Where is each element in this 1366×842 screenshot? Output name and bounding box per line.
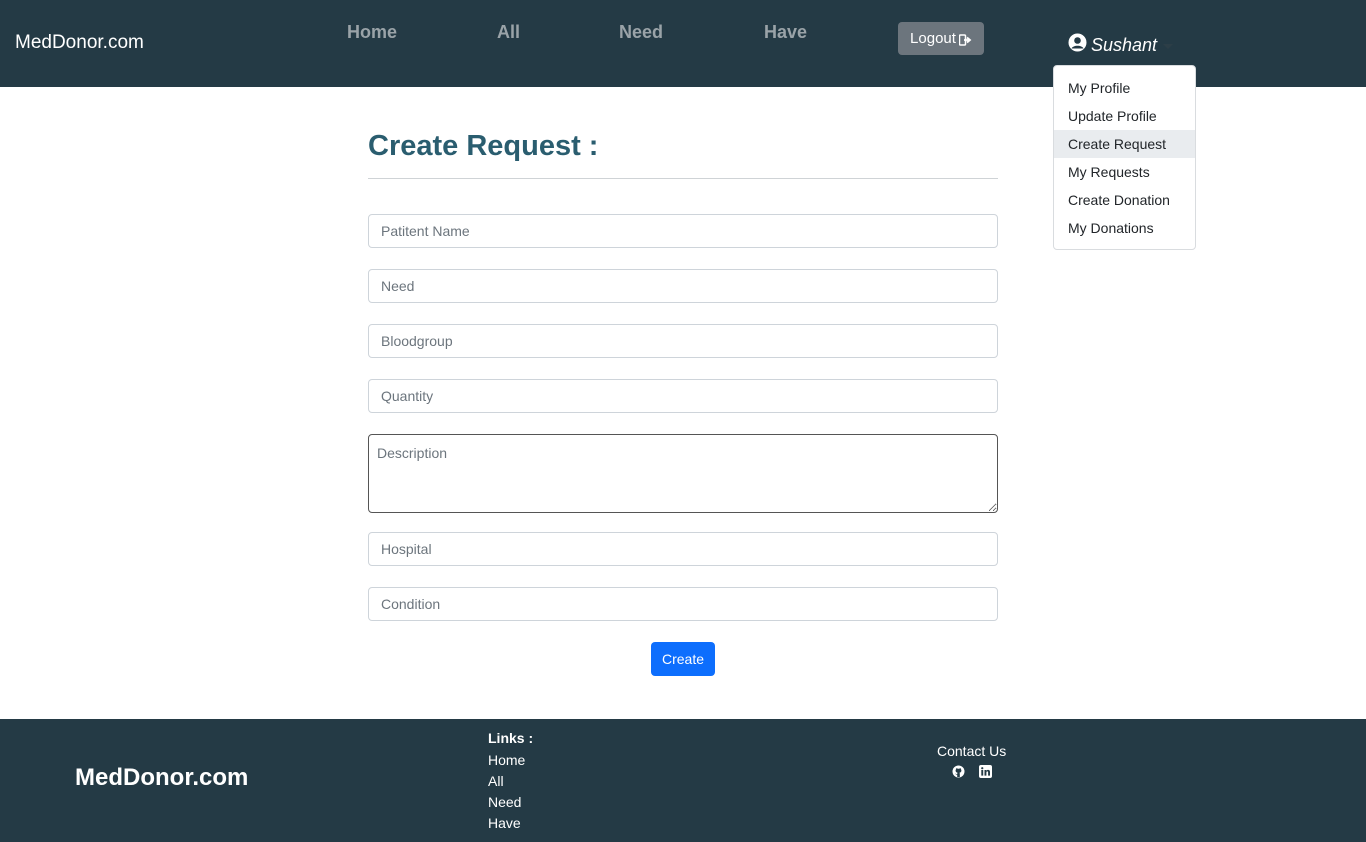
nav-link-need[interactable]: Need xyxy=(619,22,663,43)
footer: MedDonor.com Links : Home All Need Have … xyxy=(0,719,1366,842)
description-textarea[interactable] xyxy=(368,434,998,513)
user-circle-icon xyxy=(1068,33,1087,57)
need-input[interactable] xyxy=(368,269,998,303)
footer-link-home[interactable]: Home xyxy=(488,752,525,768)
sign-out-icon xyxy=(958,33,972,46)
menu-item-my-requests[interactable]: My Requests xyxy=(1054,158,1195,186)
nav-link-have[interactable]: Have xyxy=(764,22,807,43)
logout-label: Logout xyxy=(910,30,956,47)
page-title: Create Request : xyxy=(368,130,599,162)
nav-link-all[interactable]: All xyxy=(497,22,520,43)
patient-name-input[interactable] xyxy=(368,214,998,248)
linkedin-icon[interactable] xyxy=(979,765,992,778)
user-dropdown-menu: My Profile Update Profile Create Request… xyxy=(1053,65,1196,250)
logout-button[interactable]: Logout xyxy=(898,22,984,55)
github-icon[interactable] xyxy=(952,765,965,778)
hospital-input[interactable] xyxy=(368,532,998,566)
footer-link-need[interactable]: Need xyxy=(488,794,521,810)
condition-input[interactable] xyxy=(368,587,998,621)
user-name: Sushant xyxy=(1091,34,1158,55)
menu-item-create-donation[interactable]: Create Donation xyxy=(1054,186,1195,214)
menu-item-my-profile[interactable]: My Profile xyxy=(1054,74,1195,102)
bloodgroup-input[interactable] xyxy=(368,324,998,358)
footer-links-title: Links : xyxy=(488,730,534,746)
menu-item-my-donations[interactable]: My Donations xyxy=(1054,214,1195,242)
quantity-input[interactable] xyxy=(368,379,998,413)
footer-link-have[interactable]: Have xyxy=(488,815,521,831)
footer-brand: MedDonor.com xyxy=(75,764,249,791)
title-divider xyxy=(368,178,998,179)
user-menu-toggle[interactable]: Sushant xyxy=(1068,33,1174,57)
nav-link-home[interactable]: Home xyxy=(347,22,397,43)
create-button[interactable]: Create xyxy=(651,642,715,676)
brand-logo[interactable]: MedDonor.com xyxy=(15,32,144,54)
menu-item-create-request[interactable]: Create Request xyxy=(1054,130,1195,158)
menu-item-update-profile[interactable]: Update Profile xyxy=(1054,102,1195,130)
footer-link-all[interactable]: All xyxy=(488,773,504,789)
caret-down-icon xyxy=(1163,44,1174,49)
contact-us-label: Contact Us xyxy=(937,743,1007,759)
